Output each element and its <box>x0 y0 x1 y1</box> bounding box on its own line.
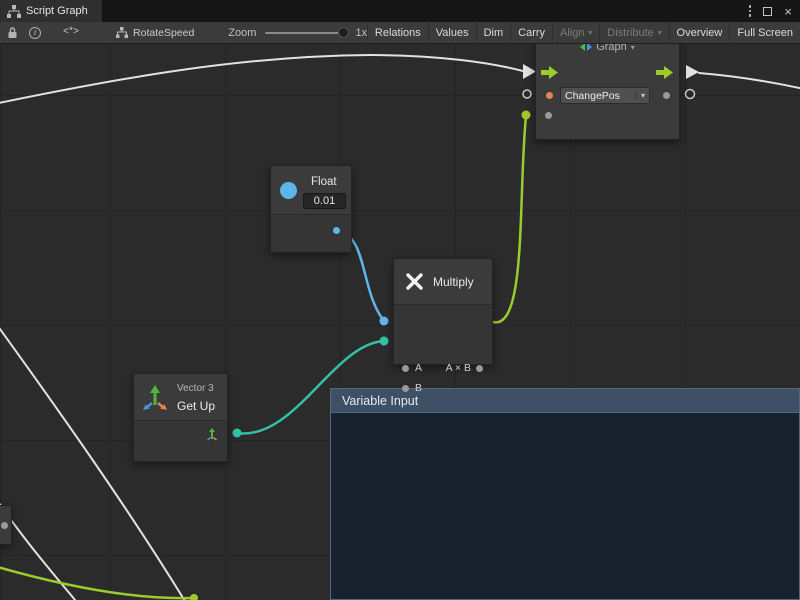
group-title: Variable Input <box>342 394 418 408</box>
button-label: Relations <box>375 27 421 39</box>
graph-name: RotateSpeed <box>133 27 194 39</box>
chevron-down-icon: ▾ <box>636 91 645 100</box>
input-a-port-dot[interactable] <box>402 365 409 372</box>
flow-in-port-icon[interactable] <box>541 66 558 79</box>
distribute-button[interactable]: Distribute ▾ <box>599 22 668 43</box>
button-label: Distribute <box>607 27 653 39</box>
toolbar-buttons: Relations Values Dim Carry Align ▾ Distri… <box>367 22 800 43</box>
script-graph-window: Variable Input Graph ▾ <box>0 0 800 600</box>
zoom-slider[interactable] <box>265 32 349 34</box>
window-tab-bar: Script Graph × <box>0 0 800 22</box>
chevron-down-icon: ▾ <box>589 28 593 37</box>
float-node-ports <box>271 215 351 252</box>
multiply-node-title: Multiply <box>433 275 474 289</box>
port-dot[interactable] <box>1 522 8 529</box>
float-node-header: Float 0.01 <box>271 166 351 215</box>
vector-type-label: Vector 3 <box>177 383 214 394</box>
vector-node-ports <box>134 421 227 461</box>
chevron-down-icon: ▾ <box>658 28 662 37</box>
value-input-port-dot[interactable] <box>545 112 552 119</box>
close-icon[interactable]: × <box>784 5 792 18</box>
float-value-field[interactable]: 0.01 <box>303 193 346 209</box>
variable-input-group[interactable]: Variable Input <box>330 388 800 600</box>
zoom-slider-handle[interactable] <box>338 27 349 38</box>
offscreen-node-sliver[interactable] <box>0 505 12 545</box>
multiply-node-header: Multiply <box>394 259 492 305</box>
window-controls: × <box>749 0 800 22</box>
info-icon[interactable]: i <box>29 27 41 39</box>
output-port-dot[interactable] <box>663 92 670 99</box>
variable-dropdown-value: ChangePos <box>565 90 620 102</box>
button-label: Values <box>436 27 469 39</box>
tab-label: Script Graph <box>26 5 88 17</box>
zoom-value: 1x <box>355 27 367 39</box>
tab-script-graph[interactable]: Script Graph <box>0 0 102 22</box>
code-icon[interactable]: <*> <box>63 27 78 38</box>
vector-node-header: Vector 3 Get Up <box>134 374 227 421</box>
vector-node-title: Get Up <box>177 399 215 413</box>
script-graph-icon <box>116 27 128 38</box>
input-b-port-dot[interactable] <box>402 385 409 392</box>
maximize-icon[interactable] <box>763 7 772 16</box>
dim-button[interactable]: Dim <box>476 22 511 43</box>
button-label: Align <box>560 27 584 39</box>
graph-tab-icon <box>7 5 21 18</box>
lock-icon[interactable] <box>7 26 18 39</box>
values-button[interactable]: Values <box>428 22 476 43</box>
float-type-icon <box>280 182 297 199</box>
graph-event-node[interactable]: Graph ▾ ChangePos ▾ <box>535 34 680 140</box>
graph-breadcrumb[interactable]: RotateSpeed <box>116 27 194 39</box>
multiply-node[interactable]: Multiply A A × B B <box>393 258 493 365</box>
input-b-label: B <box>415 382 422 394</box>
float-output-port-dot[interactable] <box>333 227 340 234</box>
full-screen-button[interactable]: Full Screen <box>729 22 800 43</box>
output-label: A × B <box>446 362 471 374</box>
relations-button[interactable]: Relations <box>367 22 428 43</box>
button-label: Overview <box>677 27 723 39</box>
button-label: Dim <box>484 27 504 39</box>
float-literal-node[interactable]: Float 0.01 <box>270 165 352 253</box>
float-node-title: Float <box>311 176 337 188</box>
variable-port-dot[interactable] <box>546 92 553 99</box>
multiply-icon <box>405 272 424 291</box>
button-label: Carry <box>518 27 545 39</box>
vector3-output-type-icon[interactable] <box>205 427 219 441</box>
zoom-label: Zoom <box>228 27 256 39</box>
window-menu-icon[interactable] <box>749 5 752 17</box>
variable-dropdown[interactable]: ChangePos ▾ <box>560 87 650 104</box>
carry-button[interactable]: Carry <box>510 22 552 43</box>
input-a-label: A <box>415 362 422 374</box>
group-header[interactable]: Variable Input <box>331 389 799 413</box>
overview-button[interactable]: Overview <box>669 22 730 43</box>
output-port-dot[interactable] <box>476 365 483 372</box>
vector3-axis-icon <box>142 384 168 410</box>
multiply-node-ports: A A × B B <box>394 305 492 364</box>
button-label: Full Screen <box>737 27 793 39</box>
flow-out-port-icon[interactable] <box>656 66 673 79</box>
align-button[interactable]: Align ▾ <box>552 22 599 43</box>
vector3-get-up-node[interactable]: Vector 3 Get Up <box>133 373 228 462</box>
graph-toolbar: i <*> RotateSpeed Zoom 1x Relations Valu… <box>0 22 800 44</box>
